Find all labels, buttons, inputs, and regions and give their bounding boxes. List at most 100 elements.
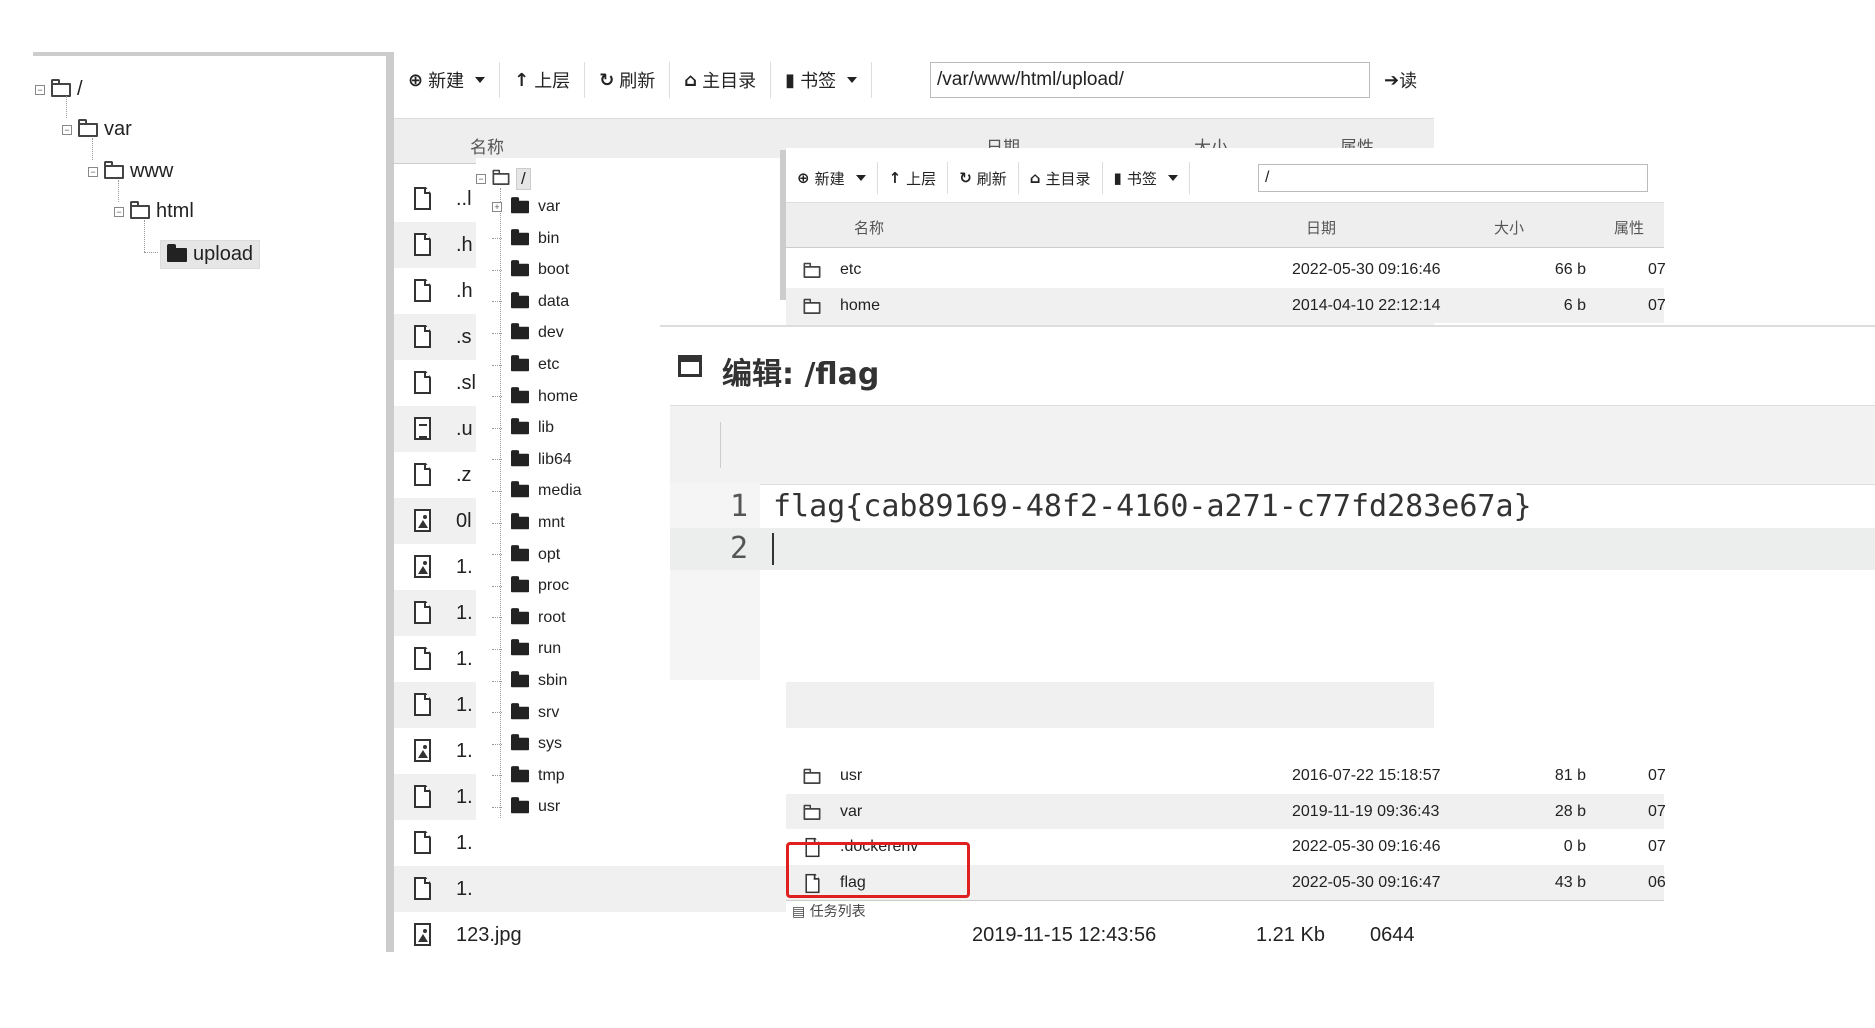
- file-name[interactable]: ..l: [456, 188, 472, 211]
- file-name[interactable]: 0l: [456, 510, 472, 533]
- refresh-button[interactable]: ↻ 刷新: [948, 162, 1019, 194]
- collapse-icon[interactable]: −: [114, 206, 124, 217]
- file-name[interactable]: .u: [456, 418, 473, 441]
- file-icon: [414, 187, 431, 210]
- file-name[interactable]: 1.: [456, 556, 473, 579]
- new-button[interactable]: ⊕ 新建: [786, 162, 878, 194]
- tree-item-data[interactable]: data: [492, 291, 569, 311]
- file-row[interactable]: var 2019-11-19 09:36:43 28 b 07: [786, 793, 1666, 829]
- file-name[interactable]: home: [840, 297, 880, 315]
- tree-item-root[interactable]: root: [492, 607, 566, 627]
- tree-item-var[interactable]: + var: [492, 197, 560, 216]
- tree-item-tmp[interactable]: tmp: [492, 765, 565, 785]
- bookmark-button[interactable]: ▮ 书签: [1103, 162, 1190, 194]
- tree-connector: [492, 775, 502, 777]
- tree-item-bin[interactable]: bin: [492, 228, 559, 248]
- header-name[interactable]: 名称: [470, 133, 504, 158]
- tree-connector: [144, 252, 158, 254]
- tree-item-etc[interactable]: etc: [492, 355, 559, 374]
- tree-node-var[interactable]: − var: [62, 118, 132, 141]
- tree-node-html[interactable]: − html: [114, 200, 194, 223]
- file-attr[interactable]: 07: [1648, 767, 1666, 785]
- header-name[interactable]: 名称: [854, 217, 884, 238]
- folder-icon: [511, 797, 529, 814]
- path-input[interactable]: /var/www/html/upload/: [930, 62, 1370, 98]
- file-name[interactable]: .z: [456, 464, 472, 487]
- file-attr[interactable]: 07: [1648, 261, 1666, 279]
- file-name[interactable]: .s: [456, 326, 472, 349]
- file-size: 28 b: [1554, 802, 1586, 820]
- task-list-bar[interactable]: ▤ 任务列表: [786, 900, 1664, 921]
- home-button[interactable]: ⌂ 主目录: [1019, 162, 1103, 194]
- tree-node-www[interactable]: − www: [88, 160, 173, 183]
- file-attr[interactable]: 07: [1648, 297, 1666, 315]
- tree-node-upload[interactable]: upload: [160, 240, 261, 269]
- file-row[interactable]: usr 2016-07-22 15:18:57 81 b 07: [786, 758, 1666, 793]
- path-input[interactable]: /: [1258, 164, 1648, 192]
- collapse-icon[interactable]: −: [62, 124, 72, 135]
- tree-node-root[interactable]: − /: [476, 168, 531, 190]
- tree-item-label: run: [538, 640, 562, 658]
- collapse-icon[interactable]: −: [88, 166, 98, 177]
- tree-item-srv[interactable]: srv: [492, 702, 559, 722]
- file-name[interactable]: 123.jpg: [456, 924, 522, 947]
- tree-node-root[interactable]: − /: [35, 78, 83, 101]
- collapse-icon[interactable]: −: [35, 84, 45, 95]
- header-size[interactable]: 大小: [1494, 217, 1524, 238]
- tree-item-sbin[interactable]: sbin: [492, 671, 567, 690]
- arrow-up-icon: ↑: [888, 169, 902, 187]
- up-button[interactable]: ↑ 上层: [878, 162, 949, 194]
- file-row[interactable]: etc 2022-05-30 09:16:46 66 b 07: [786, 252, 1666, 287]
- tree-item-lib64[interactable]: lib64: [492, 449, 572, 469]
- code-line[interactable]: flag{cab89169-48f2-4160-a271-c77fd283e67…: [773, 489, 1532, 524]
- file-name[interactable]: 1.: [456, 740, 473, 763]
- panel-splitter[interactable]: [386, 52, 394, 952]
- file-name[interactable]: .sl: [456, 372, 476, 395]
- file-name[interactable]: etc: [840, 261, 861, 279]
- expand-icon[interactable]: +: [492, 202, 502, 212]
- go-button[interactable]: ➔ 读: [1384, 62, 1417, 98]
- file-attr[interactable]: 06: [1648, 874, 1666, 892]
- file-name[interactable]: usr: [840, 767, 862, 785]
- file-row[interactable]: home 2014-04-10 22:12:14 6 b 07: [786, 287, 1666, 323]
- file-name[interactable]: 1.: [456, 694, 473, 717]
- up-button[interactable]: ↑ 上层: [500, 62, 586, 98]
- header-date[interactable]: 日期: [1306, 217, 1336, 238]
- folder-icon: [511, 228, 529, 245]
- refresh-button[interactable]: ↻ 刷新: [585, 62, 671, 98]
- refresh-icon: ↻: [959, 169, 972, 187]
- file-attr[interactable]: 0644: [1370, 924, 1415, 947]
- tree-item-boot[interactable]: boot: [492, 260, 569, 279]
- file-attr[interactable]: 07: [1648, 838, 1666, 856]
- bookmark-button[interactable]: ▮ 书签: [771, 62, 873, 98]
- file-attr[interactable]: 07: [1648, 803, 1666, 821]
- file-name[interactable]: 1.: [456, 878, 473, 901]
- new-button[interactable]: ⊕ 新建: [394, 62, 501, 98]
- file-name[interactable]: .h: [456, 280, 473, 303]
- tree-item-dev[interactable]: dev: [492, 323, 564, 342]
- file-name[interactable]: 1.: [456, 832, 473, 855]
- file-name[interactable]: 1.: [456, 786, 473, 809]
- tree-item-proc[interactable]: proc: [492, 576, 569, 595]
- file-name[interactable]: var: [840, 803, 862, 821]
- tree-item-lib[interactable]: lib: [492, 418, 554, 437]
- folder-icon: [511, 418, 529, 435]
- home-button[interactable]: ⌂ 主目录: [670, 62, 772, 98]
- tree-item-run[interactable]: run: [492, 639, 562, 658]
- tree-connector: [66, 96, 68, 118]
- header-attr[interactable]: 属性: [1614, 217, 1644, 238]
- tree-item-mnt[interactable]: mnt: [492, 513, 565, 532]
- file-name[interactable]: .h: [456, 234, 473, 257]
- folder-icon: [803, 768, 821, 784]
- tree-item-sys[interactable]: sys: [492, 734, 562, 753]
- tree-item-usr[interactable]: usr: [492, 797, 560, 816]
- file-name[interactable]: 1.: [456, 648, 473, 671]
- collapse-icon[interactable]: −: [476, 174, 486, 184]
- tree-item-home[interactable]: home: [492, 386, 578, 406]
- arrow-right-icon: ➔: [1384, 69, 1400, 91]
- tree-item-media[interactable]: media: [492, 481, 582, 500]
- file-name[interactable]: 1.: [456, 602, 473, 625]
- folder-icon: [130, 200, 150, 219]
- file-size: 43 b: [1554, 873, 1586, 891]
- tree-item-opt[interactable]: opt: [492, 544, 560, 564]
